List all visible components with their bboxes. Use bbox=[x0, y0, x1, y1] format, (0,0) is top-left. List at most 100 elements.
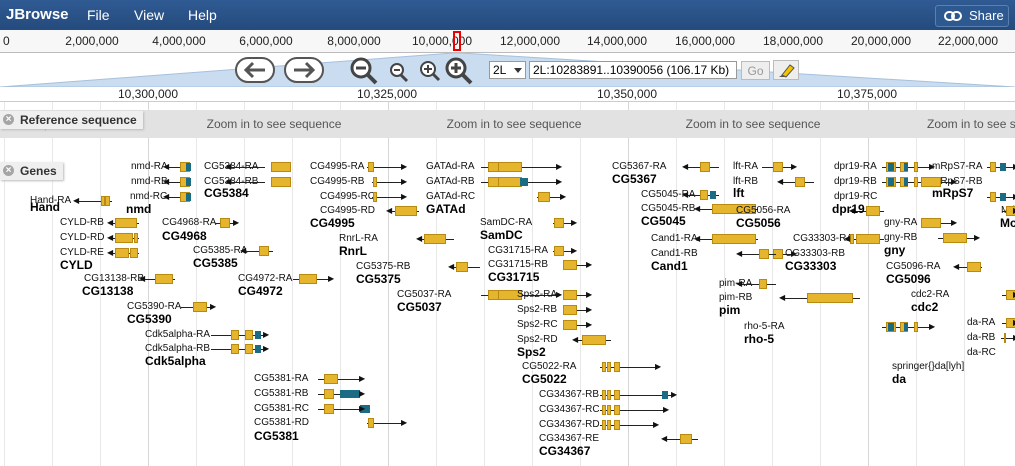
transcript-glyph[interactable]: ▶ bbox=[600, 390, 677, 400]
gene-name-label[interactable]: CG34367 bbox=[539, 444, 590, 458]
transcript-label[interactable]: CG5045-RB bbox=[641, 203, 695, 214]
gene-name-label[interactable]: CG5384 bbox=[204, 186, 249, 200]
transcript-label[interactable]: lft-RA bbox=[733, 161, 758, 172]
transcript-glyph[interactable]: ◀ bbox=[386, 206, 419, 216]
transcript-glyph[interactable]: ▶ bbox=[553, 218, 577, 228]
transcript-label[interactable]: CG5022-RA bbox=[522, 361, 576, 372]
transcript-label[interactable]: da-RC bbox=[967, 347, 996, 358]
gene-name-label[interactable]: CYLD bbox=[60, 258, 93, 272]
transcript-label[interactable]: CG5390-RA bbox=[127, 301, 181, 312]
transcript-label[interactable]: da-RA bbox=[967, 317, 995, 328]
transcript-label[interactable]: Cand1-RB bbox=[651, 248, 698, 259]
transcript-glyph[interactable]: ◀ bbox=[448, 262, 480, 272]
transcript-glyph[interactable]: ◀ bbox=[73, 196, 112, 206]
transcript-label[interactable]: dpr19-RA bbox=[834, 161, 877, 172]
transcript-label[interactable]: CG34367-RE bbox=[539, 433, 599, 444]
gene-name-label[interactable]: CG5045 bbox=[641, 214, 686, 228]
transcript-glyph[interactable]: ▶ bbox=[537, 192, 566, 202]
transcript-glyph[interactable]: ▶ bbox=[293, 274, 334, 284]
gene-name-label[interactable]: Sps2 bbox=[517, 345, 546, 359]
track-label-reference[interactable]: × Reference sequence bbox=[0, 111, 143, 129]
transcript-label[interactable]: Sps2-RA bbox=[517, 289, 557, 300]
transcript-glyph[interactable]: ▶ bbox=[987, 192, 1015, 202]
transcript-glyph[interactable]: ▶ bbox=[1002, 318, 1015, 328]
transcript-glyph[interactable]: ▶ bbox=[211, 344, 269, 354]
gene-name-label[interactable]: CG13138 bbox=[82, 284, 133, 298]
transcript-glyph[interactable]: ▶ bbox=[563, 260, 592, 270]
transcript-label[interactable]: CG5381-RD bbox=[254, 417, 309, 428]
gene-name-label[interactable]: CG31715 bbox=[488, 270, 539, 284]
transcript-label[interactable]: CG5096-RA bbox=[886, 261, 940, 272]
gene-name-label[interactable]: CG5056 bbox=[736, 216, 781, 230]
transcript-label[interactable]: CG5367-RA bbox=[612, 161, 666, 172]
transcript-glyph[interactable]: ◀ bbox=[107, 233, 139, 243]
transcript-label[interactable]: CG4995-RD bbox=[320, 205, 375, 216]
highlight-button[interactable] bbox=[773, 60, 799, 80]
transcript-label[interactable]: dpr19-RC bbox=[834, 191, 877, 202]
transcript-glyph[interactable]: ▶ bbox=[563, 320, 592, 330]
transcript-glyph[interactable]: ▶ bbox=[938, 233, 980, 243]
gene-name-label[interactable]: CG5367 bbox=[612, 172, 657, 186]
transcript-glyph[interactable]: ▶ bbox=[318, 389, 365, 399]
transcript-label[interactable]: cdc2-RA bbox=[911, 289, 949, 300]
transcript-glyph[interactable]: ◀ bbox=[844, 234, 884, 244]
menu-view[interactable]: View bbox=[134, 7, 164, 23]
gene-name-label[interactable]: CG5375 bbox=[356, 272, 401, 286]
transcript-glyph[interactable]: ◀ bbox=[572, 335, 611, 345]
transcript-glyph[interactable]: ◀ bbox=[953, 262, 982, 272]
transcript-label[interactable]: mRpS7-RA bbox=[932, 161, 983, 172]
gene-name-label[interactable]: lft bbox=[733, 186, 744, 200]
transcript-label[interactable]: CG4972-RA bbox=[238, 273, 292, 284]
transcript-label[interactable]: Sps2-RD bbox=[517, 334, 558, 345]
close-icon[interactable]: × bbox=[3, 114, 14, 125]
zoom-in-icon[interactable] bbox=[418, 60, 442, 84]
transcript-label[interactable]: CYLD-RE bbox=[60, 247, 104, 258]
transcript-glyph[interactable]: ▶ bbox=[563, 305, 592, 315]
transcript-glyph[interactable]: ▶ bbox=[318, 374, 365, 384]
arrow-right-icon[interactable] bbox=[284, 57, 324, 83]
transcript-glyph[interactable]: ▶ bbox=[367, 162, 407, 172]
gene-name-label[interactable]: cdc2 bbox=[911, 300, 938, 314]
transcript-label[interactable]: CG4995-RC bbox=[320, 191, 375, 202]
transcript-glyph[interactable]: ◀ bbox=[139, 274, 175, 284]
zoom-out-large-icon[interactable] bbox=[348, 56, 380, 86]
transcript-glyph[interactable]: ▶ bbox=[553, 246, 577, 256]
transcript-glyph[interactable]: ▶ bbox=[181, 302, 216, 312]
transcript-glyph[interactable]: ◀ bbox=[736, 279, 776, 289]
gene-name-label[interactable]: Mc bbox=[1000, 216, 1015, 230]
transcript-glyph[interactable]: ▶ bbox=[600, 405, 669, 415]
transcript-label[interactable]: Cdk5alpha-RA bbox=[145, 329, 210, 340]
transcript-glyph[interactable]: ◀ bbox=[416, 234, 454, 244]
transcript-label[interactable]: CG5375-RB bbox=[356, 261, 410, 272]
transcript-label[interactable]: CG4995-RA bbox=[310, 161, 364, 172]
transcript-glyph[interactable]: ▶ bbox=[372, 177, 407, 187]
transcript-label[interactable]: rho-5-RA bbox=[744, 321, 785, 332]
track-label-genes[interactable]: × Genes bbox=[0, 162, 63, 180]
transcript-label[interactable]: CG5381-RC bbox=[254, 403, 309, 414]
menu-help[interactable]: Help bbox=[188, 7, 217, 23]
transcript-label[interactable]: CG34367-RC bbox=[539, 404, 600, 415]
transcript-glyph[interactable]: ▶ bbox=[1002, 206, 1015, 216]
gene-name-label[interactable]: GATAd bbox=[426, 202, 466, 216]
transcript-label[interactable]: springer{}da[lyh] bbox=[892, 361, 964, 372]
transcript-label[interactable]: gny-RB bbox=[884, 232, 917, 243]
transcript-label[interactable]: CG31715-RB bbox=[488, 259, 548, 270]
transcript-glyph[interactable]: ▶ bbox=[600, 420, 659, 430]
transcript-glyph[interactable]: ◀ bbox=[225, 162, 291, 172]
transcript-label[interactable]: CG34367-RD bbox=[539, 419, 600, 430]
transcript-label[interactable]: CG4995-RB bbox=[310, 176, 364, 187]
transcript-glyph[interactable]: ▶ bbox=[762, 162, 797, 172]
gene-name-label[interactable]: Hand bbox=[30, 200, 60, 214]
overview-scale[interactable]: 0 2,000,000 4,000,000 6,000,000 8,000,000 10,… bbox=[0, 30, 1015, 53]
transcript-label[interactable]: da-RB bbox=[967, 332, 995, 343]
transcript-label[interactable]: CG34367-RB bbox=[539, 389, 599, 400]
track-area[interactable]: Zoom in to see sequence Zoom in to see s… bbox=[0, 102, 1015, 466]
transcript-label[interactable]: GATAd-RA bbox=[426, 161, 475, 172]
share-button[interactable]: Share bbox=[935, 5, 1009, 27]
transcript-glyph[interactable]: ▶ bbox=[215, 218, 239, 228]
transcript-label[interactable]: pim-RB bbox=[719, 292, 752, 303]
zoom-in-large-icon[interactable] bbox=[443, 56, 475, 86]
transcript-label[interactable]: CYLD-RD bbox=[60, 232, 104, 243]
gene-name-label[interactable]: Cand1 bbox=[651, 259, 688, 273]
transcript-glyph[interactable]: ▶ bbox=[318, 404, 370, 414]
